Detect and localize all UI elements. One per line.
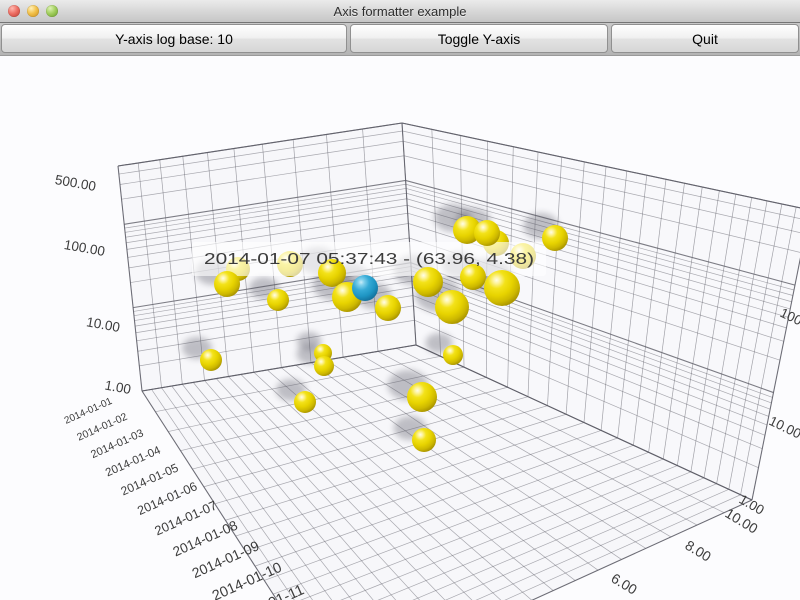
data-point[interactable] bbox=[407, 382, 437, 412]
z-axis-tick-label: 6.00 bbox=[608, 570, 640, 598]
y-axis-log-base-button[interactable]: Y-axis log base: 10 bbox=[1, 24, 347, 53]
data-point[interactable] bbox=[267, 289, 289, 311]
y-axis-tick-label: 1.00 bbox=[104, 378, 132, 397]
zoom-button[interactable] bbox=[46, 5, 58, 17]
window-controls bbox=[8, 5, 58, 17]
z-axis-tick-label: 8.00 bbox=[682, 537, 714, 565]
data-point[interactable] bbox=[443, 345, 463, 365]
data-point[interactable] bbox=[484, 270, 520, 306]
window-title: Axis formatter example bbox=[334, 4, 467, 19]
scatter-3d-view[interactable]: 2014-01-07 05:37:43 - (63.96, 4.38) 500.0… bbox=[0, 56, 800, 600]
data-point[interactable] bbox=[542, 225, 568, 251]
data-point[interactable] bbox=[200, 349, 222, 371]
scatter-3d-canvas[interactable]: 2014-01-07 05:37:43 - (63.96, 4.38) 500.0… bbox=[0, 56, 800, 600]
close-button[interactable] bbox=[8, 5, 20, 17]
data-point[interactable] bbox=[294, 391, 316, 413]
data-point[interactable] bbox=[375, 295, 401, 321]
data-point[interactable] bbox=[413, 267, 443, 297]
toolbar: Y-axis log base: 10 Toggle Y-axis Quit bbox=[0, 23, 800, 56]
data-point[interactable] bbox=[474, 220, 500, 246]
selected-data-point[interactable] bbox=[352, 275, 378, 301]
data-point[interactable] bbox=[214, 271, 240, 297]
data-point[interactable] bbox=[412, 428, 436, 452]
app-window: Axis formatter example Y-axis log base: … bbox=[0, 0, 800, 600]
y-axis-tick-label: 10.00 bbox=[85, 314, 121, 335]
selection-label: 2014-01-07 05:37:43 - (63.96, 4.38) bbox=[204, 251, 534, 268]
y-axis-tick-label: 100.00 bbox=[63, 237, 106, 259]
title-bar: Axis formatter example bbox=[0, 0, 800, 23]
toggle-y-axis-button[interactable]: Toggle Y-axis bbox=[350, 24, 608, 53]
minimize-button[interactable] bbox=[27, 5, 39, 17]
y-axis-right-tick-label: 10.00 bbox=[767, 413, 800, 441]
data-point[interactable] bbox=[314, 356, 334, 376]
data-point[interactable] bbox=[435, 290, 469, 324]
quit-button[interactable]: Quit bbox=[611, 24, 799, 53]
y-axis-tick-label: 500.00 bbox=[54, 172, 97, 194]
